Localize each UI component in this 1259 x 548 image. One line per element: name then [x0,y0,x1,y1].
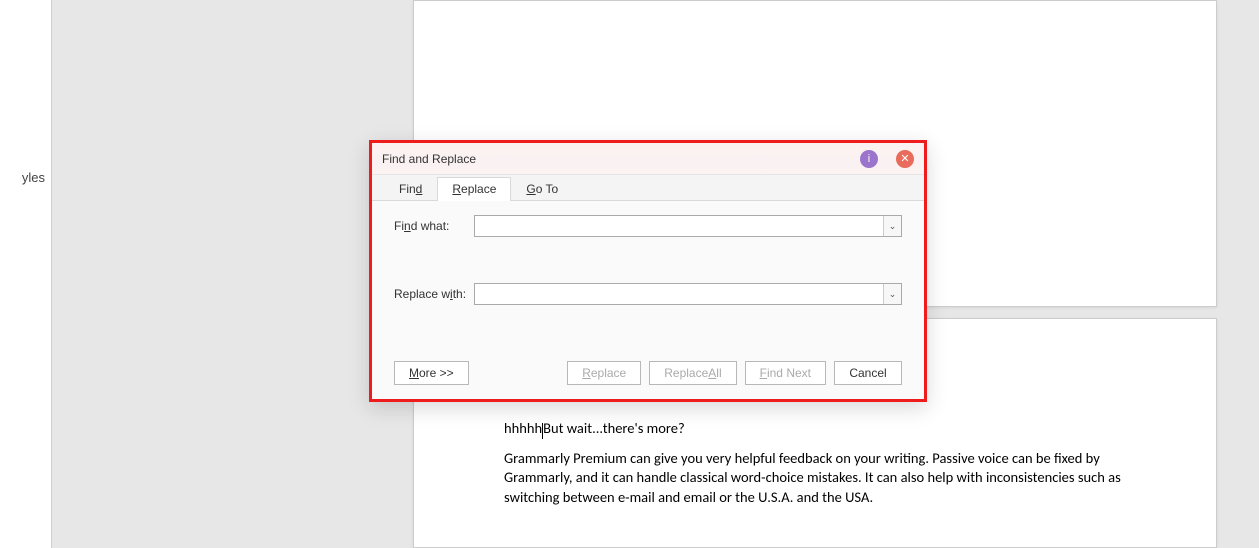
find-what-input[interactable] [475,216,883,236]
document-paragraph-2: Grammarly Premium can give you very help… [504,449,1126,508]
dialog-body: Find what: ⌄ Replace with: ⌄ More >> Rep… [372,201,924,399]
close-icon[interactable]: ✕ [896,150,914,168]
tab-goto[interactable]: Go To [511,177,573,201]
dialog-title: Find and Replace [382,152,842,166]
dialog-titlebar[interactable]: Find and Replace i ✕ [372,143,924,175]
replace-with-label: Replace with: [394,287,474,301]
dropdown-icon[interactable]: ⌄ [883,284,901,304]
replace-with-row: Replace with: ⌄ [394,283,902,305]
styles-label-fragment: yles [22,170,45,185]
find-what-row: Find what: ⌄ [394,215,902,237]
dialog-button-row: More >> Replace Replace All Find Next Ca… [394,361,902,385]
tab-replace[interactable]: Replace [437,177,511,201]
document-line-1: hhhhhBut wait...there's more? [504,419,1126,439]
tab-find[interactable]: Find [384,177,437,201]
dialog-tabs: Find Replace Go To [372,175,924,201]
cancel-button[interactable]: Cancel [834,361,902,385]
styles-panel: yles [0,0,52,548]
text-cursor [542,423,543,439]
dropdown-icon[interactable]: ⌄ [883,216,901,236]
replace-with-combo[interactable]: ⌄ [474,283,902,305]
more-button[interactable]: More >> [394,361,469,385]
replace-all-button[interactable]: Replace All [649,361,736,385]
find-next-button[interactable]: Find Next [745,361,826,385]
help-icon[interactable]: i [860,150,878,168]
find-what-combo[interactable]: ⌄ [474,215,902,237]
text-fragment: But wait...there's more? [543,419,685,437]
find-replace-dialog: Find and Replace i ✕ Find Replace Go To … [369,140,927,402]
replace-with-input[interactable] [475,284,883,304]
find-what-label: Find what: [394,219,474,233]
text-fragment: hhhhh [504,419,542,437]
replace-button[interactable]: Replace [567,361,641,385]
